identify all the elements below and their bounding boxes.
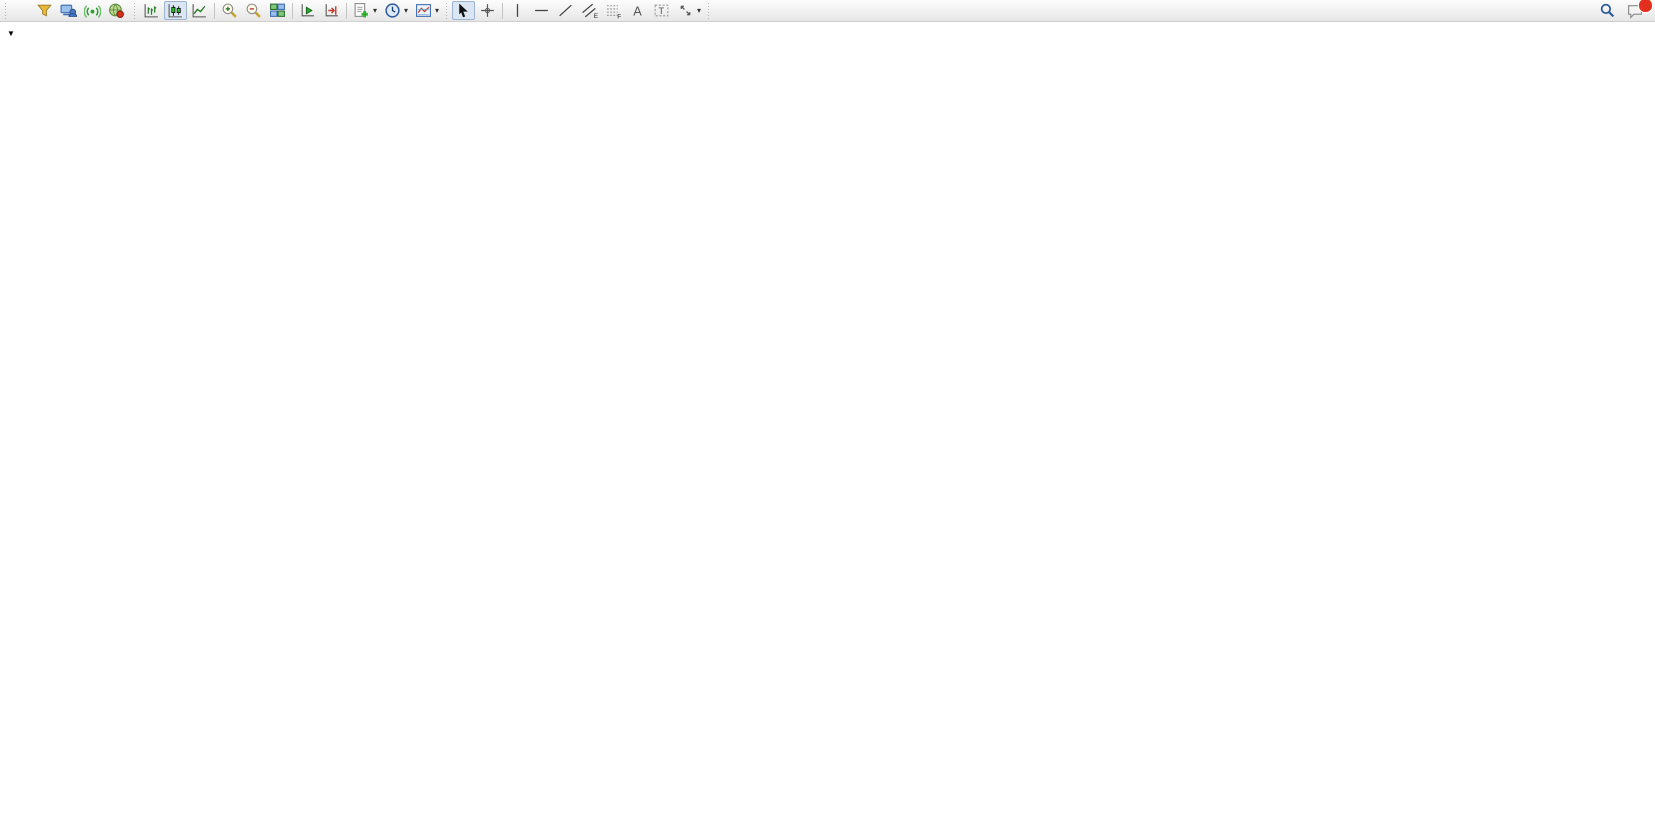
label-letter: T bbox=[658, 6, 664, 17]
toolbar-separator bbox=[292, 3, 293, 19]
indicators-dropdown-caret[interactable]: ▾ bbox=[373, 6, 377, 15]
text-a-icon: A bbox=[629, 2, 646, 19]
auto-trading-globe-icon bbox=[108, 2, 125, 19]
clock-icon bbox=[384, 2, 401, 19]
toolbar-grip[interactable] bbox=[707, 3, 711, 19]
chart-window: ▼ bbox=[0, 22, 1655, 823]
horizontal-line-button[interactable] bbox=[530, 1, 553, 20]
chart-canvas[interactable] bbox=[0, 22, 1655, 823]
crosshair-button[interactable] bbox=[476, 1, 499, 20]
zoom-out-button[interactable] bbox=[242, 1, 265, 20]
chat-button[interactable] bbox=[1623, 1, 1647, 20]
zoom-in-button[interactable] bbox=[218, 1, 241, 20]
template-icon bbox=[415, 2, 432, 19]
toolbar-separator bbox=[346, 3, 347, 19]
signals-button[interactable] bbox=[81, 1, 104, 20]
search-button[interactable] bbox=[1596, 1, 1619, 20]
chart-menu-triangle-icon[interactable]: ▼ bbox=[7, 29, 15, 38]
cursor-icon bbox=[455, 2, 472, 19]
line-chart-button[interactable] bbox=[188, 1, 211, 20]
arrows-dropdown-caret[interactable]: ▾ bbox=[697, 6, 701, 15]
templates-button[interactable]: ▾ bbox=[412, 1, 442, 20]
fibonacci-button[interactable]: F bbox=[602, 1, 625, 20]
auto-scroll-button[interactable] bbox=[296, 1, 319, 20]
text-button[interactable]: A bbox=[626, 1, 649, 20]
equidistant-channel-icon: E bbox=[581, 2, 598, 19]
toolbar-grip[interactable] bbox=[133, 3, 137, 19]
indicators-icon bbox=[353, 2, 370, 19]
bar-chart-button[interactable] bbox=[140, 1, 163, 20]
terminal-icon bbox=[60, 2, 77, 19]
crosshair-icon bbox=[479, 2, 496, 19]
auto-trading-button[interactable] bbox=[105, 1, 130, 20]
tile-windows-button[interactable] bbox=[266, 1, 289, 20]
candlestick-chart-button[interactable] bbox=[164, 1, 187, 20]
text-label-icon: T bbox=[653, 2, 670, 19]
notification-badge[interactable] bbox=[1638, 0, 1653, 13]
trendline-icon bbox=[557, 2, 574, 19]
new-order-button[interactable] bbox=[11, 1, 32, 20]
line-chart-icon bbox=[191, 2, 208, 19]
mt4-application: ▾ ▾ ▾ E F A bbox=[0, 0, 1655, 823]
fibonacci-icon: F bbox=[605, 2, 622, 19]
periods-dropdown-caret[interactable]: ▾ bbox=[404, 6, 408, 15]
indicators-button[interactable]: ▾ bbox=[350, 1, 380, 20]
terminals-button[interactable] bbox=[57, 1, 80, 20]
vertical-line-icon bbox=[509, 2, 526, 19]
bar-chart-icon bbox=[143, 2, 160, 19]
zoom-out-icon bbox=[245, 2, 262, 19]
horizontal-line-icon bbox=[533, 2, 550, 19]
templates-dropdown-caret[interactable]: ▾ bbox=[435, 6, 439, 15]
tile-windows-icon bbox=[269, 2, 286, 19]
new-order-funnel-icon[interactable] bbox=[33, 1, 56, 20]
vertical-line-button[interactable] bbox=[506, 1, 529, 20]
toolbar-grip[interactable] bbox=[445, 3, 449, 19]
rsi-indicator-label bbox=[8, 727, 11, 739]
chart-title: ▼ bbox=[7, 28, 25, 40]
periods-button[interactable]: ▾ bbox=[381, 1, 411, 20]
main-toolbar: ▾ ▾ ▾ E F A bbox=[0, 0, 1655, 22]
text-letter: A bbox=[633, 3, 642, 18]
funnel-icon bbox=[36, 2, 53, 19]
zoom-in-icon bbox=[221, 2, 238, 19]
text-label-button[interactable]: T bbox=[650, 1, 673, 20]
toolbar-separator bbox=[502, 3, 503, 19]
trendline-button[interactable] bbox=[554, 1, 577, 20]
chart-shift-icon bbox=[323, 2, 340, 19]
arrows-icon bbox=[677, 2, 694, 19]
arrows-button[interactable]: ▾ bbox=[674, 1, 704, 20]
fibonacci-letter: F bbox=[617, 13, 621, 19]
auto-scroll-icon bbox=[299, 2, 316, 19]
chart-shift-button[interactable] bbox=[320, 1, 343, 20]
channel-letter: E bbox=[594, 13, 598, 19]
candlestick-icon bbox=[167, 2, 184, 19]
toolbar-grip[interactable] bbox=[4, 3, 8, 19]
signal-icon bbox=[84, 2, 101, 19]
toolbar-separator bbox=[214, 3, 215, 19]
search-icon bbox=[1599, 2, 1616, 19]
equidistant-channel-button[interactable]: E bbox=[578, 1, 601, 20]
cursor-button[interactable] bbox=[452, 1, 475, 20]
macd-indicator-label bbox=[8, 630, 11, 642]
